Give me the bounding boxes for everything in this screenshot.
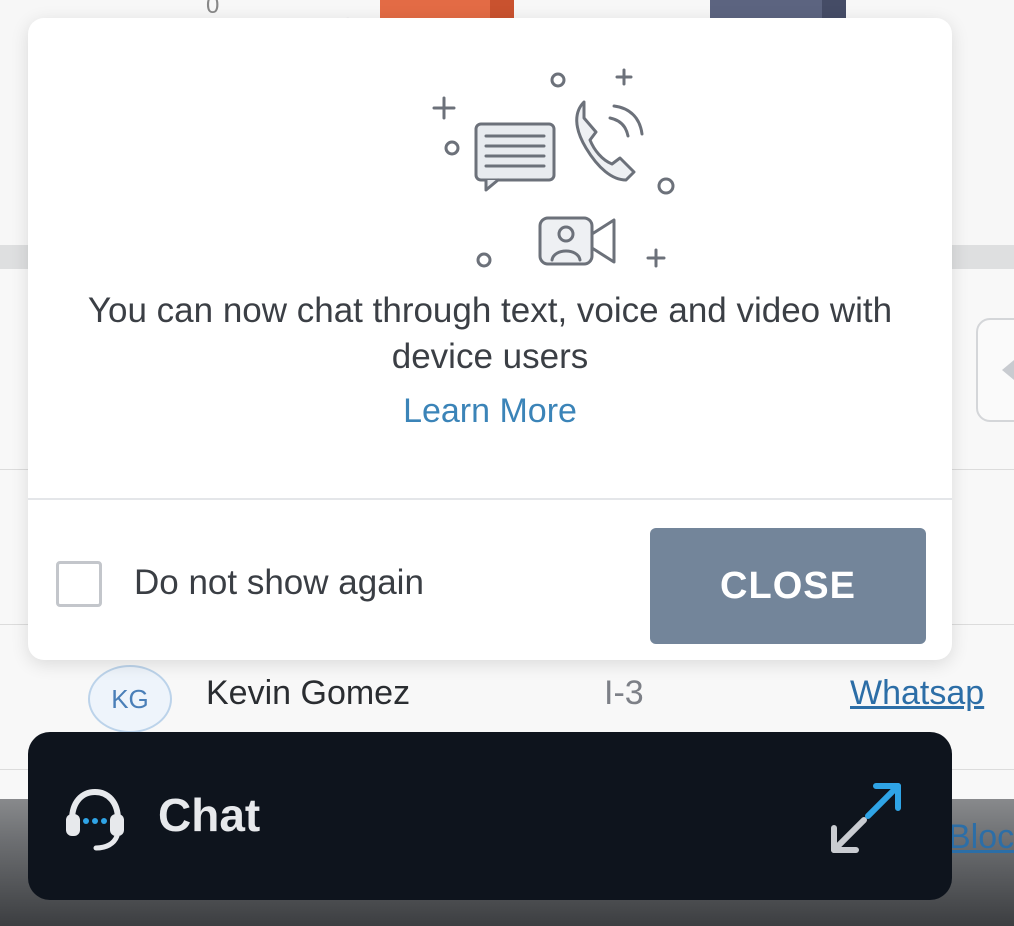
chat-voice-video-illustration-icon: [432, 68, 675, 268]
side-collapse-button[interactable]: [976, 318, 1014, 422]
feature-announcement-dialog: You can now chat through text, voice and…: [28, 18, 952, 660]
learn-more-link[interactable]: Learn More: [28, 392, 952, 431]
do-not-show-again-label[interactable]: Do not show again: [134, 563, 424, 603]
row-id: I-3: [604, 674, 644, 712]
table-row[interactable]: KG Kevin Gomez I-3 Whatsap: [0, 660, 1014, 733]
dialog-message: You can now chat through text, voice and…: [87, 291, 893, 376]
do-not-show-again-checkbox[interactable]: [56, 561, 102, 607]
chart-bar-orange: [380, 0, 514, 18]
dialog-divider: [28, 498, 952, 500]
expand-icon[interactable]: [824, 776, 908, 860]
avatar: KG: [88, 665, 172, 733]
row-channel-link[interactable]: Whatsap: [850, 674, 984, 713]
chat-label: Chat: [158, 789, 261, 841]
chat-bar[interactable]: Chat: [28, 732, 952, 900]
chart-bar-slate: [710, 0, 846, 18]
chart-axis-zero: 0: [206, 0, 220, 19]
close-button[interactable]: CLOSE: [650, 528, 926, 644]
row-channel-link[interactable]: Bloc: [948, 818, 1014, 857]
page: 0 KG Kevin Gomez I-3 Whatsap Bloc You ca…: [0, 0, 1014, 926]
row-name: Kevin Gomez: [206, 674, 411, 712]
headset-icon: [66, 788, 124, 851]
